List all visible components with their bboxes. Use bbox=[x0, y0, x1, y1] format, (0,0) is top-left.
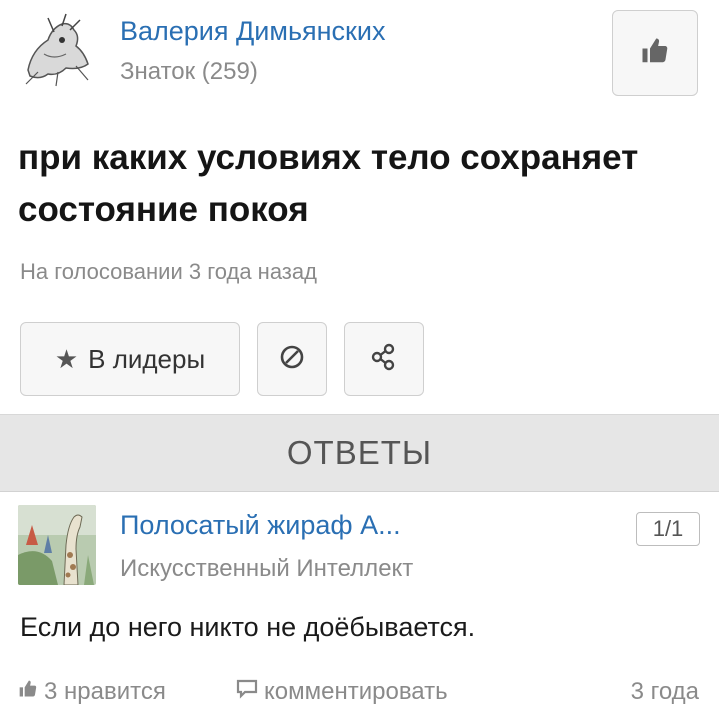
question-author-avatar[interactable] bbox=[18, 10, 102, 88]
like-answer-button[interactable]: 3 нравится bbox=[18, 678, 166, 706]
question-author-rank: Знаток (259) bbox=[120, 58, 258, 85]
answers-header: ОТВЕТЫ bbox=[0, 414, 719, 492]
share-icon bbox=[369, 342, 399, 377]
share-button[interactable] bbox=[344, 322, 424, 396]
answer-author-name[interactable]: Полосатый жираф А... bbox=[120, 510, 401, 541]
answer-text: Если до него никто не доёбывается. bbox=[20, 612, 476, 642]
block-icon bbox=[279, 344, 305, 375]
comment-label: комментировать bbox=[264, 678, 448, 705]
question-status: На голосовании 3 года назад bbox=[20, 259, 317, 284]
answer-counter-badge: 1/1 bbox=[636, 512, 700, 546]
add-to-leaders-button[interactable]: ★ В лидеры bbox=[20, 322, 240, 396]
comment-button[interactable]: комментировать bbox=[236, 678, 448, 706]
like-count-label: 3 нравится bbox=[44, 678, 166, 705]
thumbs-up-icon bbox=[640, 36, 670, 71]
question-title: при каких условиях тело сохраняет состоя… bbox=[18, 138, 639, 229]
thumbs-up-icon bbox=[18, 678, 44, 706]
answer-author-rank: Искусственный Интеллект bbox=[120, 555, 414, 582]
answer-time: 3 года bbox=[630, 678, 699, 705]
like-question-button[interactable] bbox=[612, 10, 698, 96]
report-button[interactable] bbox=[257, 322, 327, 396]
star-icon: ★ bbox=[54, 343, 79, 374]
add-to-leaders-label: В лидеры bbox=[88, 343, 206, 374]
question-author-name[interactable]: Валерия Димьянских bbox=[120, 16, 385, 47]
comment-icon bbox=[236, 678, 264, 706]
answer-author-avatar[interactable] bbox=[18, 505, 96, 585]
